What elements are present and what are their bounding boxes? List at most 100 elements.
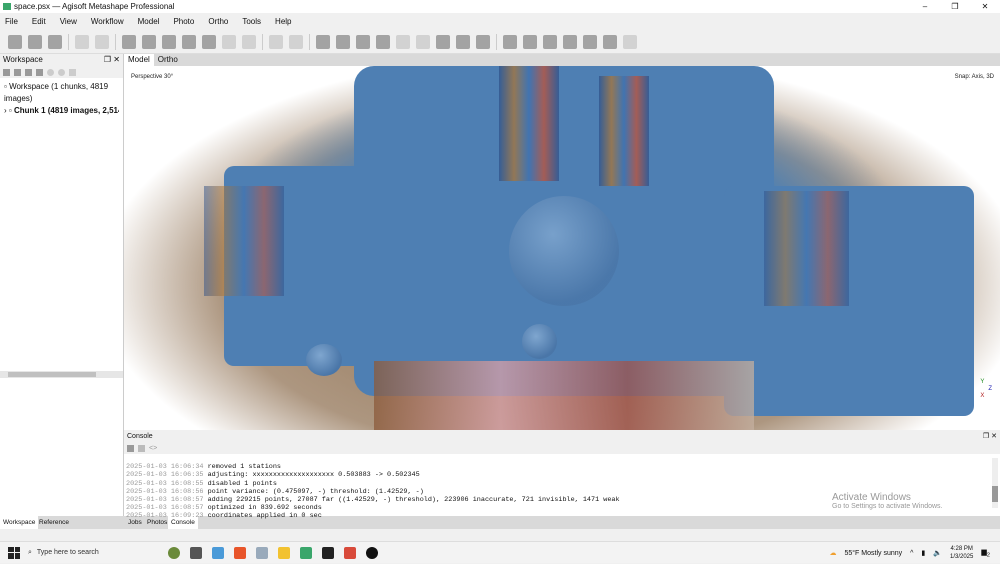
crop-icon[interactable]	[289, 34, 303, 49]
model-mesh	[724, 186, 974, 416]
panel-close-icon[interactable]: ❐ ✕	[104, 54, 120, 66]
model-viewport[interactable]: Perspective 30° Snap: Axis, 3D Y Z X	[124, 66, 1000, 430]
menu-workflow[interactable]: Workflow	[91, 17, 124, 26]
workspace-title: Workspace	[3, 55, 43, 64]
unreal-engine-icon[interactable]	[366, 546, 378, 559]
eraser-icon[interactable]	[222, 34, 236, 49]
paint-icon[interactable]	[344, 546, 356, 559]
menu-tools[interactable]: Tools	[242, 17, 261, 26]
start-button[interactable]	[8, 546, 20, 559]
console-title: Console	[127, 433, 153, 440]
log-line: 2025-01-03 16:06:35 adjusting: xxxxxxxxx…	[126, 471, 420, 480]
volume-icon[interactable]: 🔈	[933, 549, 942, 557]
menu-model[interactable]: Model	[138, 17, 160, 26]
network-icon[interactable]: ▮	[921, 549, 925, 557]
model-shaded-icon[interactable]	[436, 34, 450, 49]
title-bar: space.psx — Agisoft Metashape Profession…	[0, 0, 1000, 13]
delete-icon[interactable]	[269, 34, 283, 49]
ruler-icon[interactable]	[202, 34, 216, 49]
brave-icon[interactable]	[234, 546, 246, 559]
notification-icon[interactable]: ▆2	[981, 548, 990, 558]
add-folder-icon[interactable]	[25, 68, 32, 76]
script-icon[interactable]: <>	[149, 445, 157, 452]
menu-edit[interactable]: Edit	[32, 17, 46, 26]
zoom-out-icon[interactable]	[336, 34, 350, 49]
add-marker-icon[interactable]	[36, 68, 43, 76]
weather-text[interactable]: 55°F Mostly sunny	[844, 550, 902, 557]
panel-close-icon[interactable]: ❐ ✕	[983, 430, 997, 443]
shapes-icon[interactable]	[583, 34, 597, 49]
tab-workspace[interactable]: Workspace	[0, 516, 39, 529]
widgets-icon[interactable]	[168, 546, 180, 559]
tab-model[interactable]: Model	[124, 54, 154, 66]
console-scrollbar[interactable]	[992, 458, 998, 508]
stained-glass-window	[499, 66, 559, 181]
workspace-header: Workspace ❐ ✕	[0, 54, 123, 66]
rectangle-selection-icon[interactable]	[142, 34, 156, 49]
redo-icon[interactable]	[95, 34, 109, 49]
stained-glass-window	[204, 186, 284, 296]
tiled-model-icon[interactable]	[416, 34, 430, 49]
open-icon[interactable]	[28, 34, 42, 49]
tree-chunk[interactable]: › ▫ Chunk 1 (4819 images, 2,514,062 ti	[4, 105, 119, 117]
console-log: 2025-01-03 16:06:34 removed 1 stations 20…	[126, 455, 620, 537]
tie-points-icon[interactable]	[376, 34, 390, 49]
tab-ortho[interactable]: Ortho	[154, 54, 182, 66]
file-explorer-icon[interactable]	[278, 546, 290, 559]
tab-reference[interactable]: Reference	[36, 516, 72, 529]
save-log-icon[interactable]	[127, 445, 134, 452]
enable-icon[interactable]	[47, 68, 54, 76]
app-icon	[3, 3, 11, 10]
log-line: 2025-01-03 16:09:23 coordinates applied …	[126, 512, 322, 521]
stained-glass-window	[599, 76, 649, 186]
divider	[115, 33, 116, 50]
photos-app-icon[interactable]	[212, 546, 224, 559]
undo-icon[interactable]	[75, 34, 89, 49]
ortho-icon[interactable]	[476, 34, 490, 49]
chevron-up-icon[interactable]: ^	[910, 550, 913, 557]
close-button[interactable]: ✕	[970, 0, 1000, 13]
clock[interactable]: 4:28 PM 1/3/2025	[950, 545, 973, 561]
console-tools: <>	[124, 443, 1000, 454]
globe-icon[interactable]	[503, 34, 517, 49]
task-view-icon[interactable]	[190, 546, 202, 559]
camera-sphere	[522, 324, 557, 359]
polyline-icon[interactable]	[242, 34, 256, 49]
add-chunk-icon[interactable]	[3, 68, 10, 76]
menu-ortho[interactable]: Ortho	[208, 17, 228, 26]
zoom-in-icon[interactable]	[316, 34, 330, 49]
navigation-icon[interactable]	[122, 34, 136, 49]
disable-icon[interactable]	[58, 68, 65, 76]
toolbar	[0, 30, 1000, 54]
menu-file[interactable]: File	[5, 17, 18, 26]
dem-icon[interactable]	[456, 34, 470, 49]
activate-windows-watermark: Activate Windows Go to Settings to activ…	[832, 492, 943, 510]
image-viewer-icon[interactable]	[256, 546, 268, 559]
meta-icon[interactable]	[322, 546, 334, 559]
divider	[309, 33, 310, 50]
new-icon[interactable]	[8, 34, 22, 49]
region-icon[interactable]	[603, 34, 617, 49]
cameras-show-icon[interactable]	[543, 34, 557, 49]
maximize-button[interactable]: ❐	[940, 0, 970, 13]
taskbar-search[interactable]: ⌕ Type here to search	[28, 542, 138, 564]
clear-log-icon[interactable]	[138, 445, 145, 452]
menu-help[interactable]: Help	[275, 17, 291, 26]
draw-polygon-icon[interactable]	[182, 34, 196, 49]
reset-view-icon[interactable]	[356, 34, 370, 49]
grid-icon[interactable]	[623, 34, 637, 49]
metashape-icon[interactable]	[300, 546, 312, 559]
remove-icon[interactable]	[69, 68, 76, 76]
axis-gizmo: Y Z X	[980, 379, 992, 400]
tree-root[interactable]: ▫ Workspace (1 chunks, 4819 images)	[4, 81, 119, 105]
menu-view[interactable]: View	[60, 17, 77, 26]
resize-region-icon[interactable]	[162, 34, 176, 49]
horizontal-scrollbar[interactable]	[0, 371, 123, 378]
save-icon[interactable]	[48, 34, 62, 49]
minimize-button[interactable]: –	[910, 0, 940, 13]
point-cloud-icon[interactable]	[396, 34, 410, 49]
add-photos-icon[interactable]	[14, 68, 21, 76]
menu-photo[interactable]: Photo	[173, 17, 194, 26]
markers-icon[interactable]	[563, 34, 577, 49]
camera-icon[interactable]	[523, 34, 537, 49]
